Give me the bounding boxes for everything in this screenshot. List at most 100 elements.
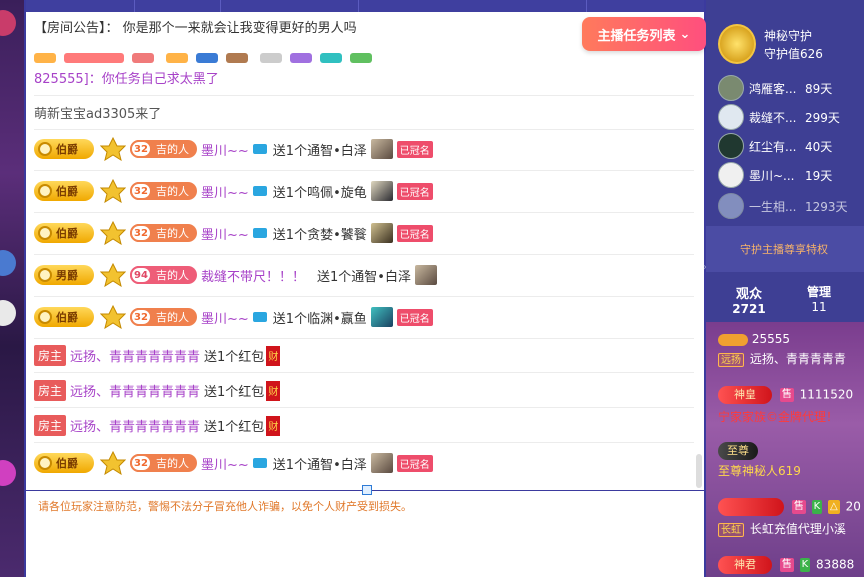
host-gift-message: 房主 远扬、青青青青青青青 送1个红包 财 xyxy=(34,345,694,366)
username[interactable]: 远扬、青青青青青青青 xyxy=(70,346,200,365)
left-avatar-bubble xyxy=(0,460,16,486)
viewer-item[interactable]: 25555 xyxy=(718,332,864,346)
viewer-list: 25555 远扬 远扬、青青青青青 神皇 售 1111520 宁家家族©金牌代理… xyxy=(706,322,864,577)
avatar xyxy=(718,104,744,130)
k-tag: K xyxy=(811,500,823,514)
gift-image xyxy=(370,181,393,201)
admin-count: 11 xyxy=(811,300,827,314)
guard-name: 红尘有... xyxy=(749,139,797,154)
viewers-stat[interactable]: 观众 2721 xyxy=(726,283,772,316)
guard-value: 守护值626 xyxy=(764,47,823,61)
right-sidebar: 神秘守护 守护值626 鸿雁客... 89天 裁缝不... 299天 红尘有..… xyxy=(706,0,864,577)
vip-badge: 神皇 xyxy=(718,386,772,404)
guard-header: 神秘守护 守护值626 xyxy=(706,18,864,70)
viewer-item[interactable]: 远扬 远扬、青青青青青 xyxy=(718,350,864,367)
viewers-label: 观众 xyxy=(735,287,762,302)
level-tag: △ xyxy=(828,500,840,514)
username[interactable]: 墨川~~ xyxy=(201,140,249,159)
chat-scrollbar[interactable] xyxy=(696,454,702,488)
guard-list-item[interactable]: 墨川~... 19天 xyxy=(718,162,864,188)
tab-cell[interactable] xyxy=(220,0,306,12)
guard-list-item[interactable]: 鸿雁客... 89天 xyxy=(718,75,864,101)
tab-cell[interactable] xyxy=(358,0,470,12)
guard-days: 40天 xyxy=(805,139,833,154)
username[interactable]: 墨川~~ xyxy=(201,308,249,327)
card-icon xyxy=(252,186,267,196)
viewer-id: 25555 xyxy=(751,332,791,346)
viewer-item[interactable]: 宁家家族©金牌代理！ xyxy=(718,408,864,425)
divider xyxy=(34,212,694,213)
viewer-item[interactable]: 至尊神秘人619 xyxy=(718,462,864,479)
username[interactable]: 远扬、青青青青青青青 xyxy=(70,381,200,400)
crown-level-icon xyxy=(100,451,126,475)
named-tag: 已冠名 xyxy=(396,308,433,326)
guard-name: 鸿雁客... xyxy=(749,81,797,96)
divider xyxy=(34,129,694,130)
guard-list-item[interactable]: 一生相... 1293天 xyxy=(718,193,864,219)
divider xyxy=(34,442,694,443)
crown-level-icon xyxy=(100,263,126,287)
viewer-item[interactable]: 长虹 长虹充值代理小溪 xyxy=(718,520,864,537)
rank-badge: 伯爵 xyxy=(34,223,94,243)
username[interactable]: 墨川~~ xyxy=(201,224,249,243)
gift-message: 男爵 94 吉的人 裁缝不带尺！！！ 送1个通智•白泽 xyxy=(34,263,694,287)
gift-text: 送1个通智•白泽 xyxy=(317,269,411,285)
badge-icons-row xyxy=(34,52,484,66)
left-avatar-bubble xyxy=(0,10,16,36)
chat-input-area[interactable]: 请各位玩家注意防范，警惕不法分子冒充他人诈骗，以免个人财产受到损失。 xyxy=(26,485,704,577)
username[interactable]: 远扬、青青青青青青青 xyxy=(70,416,200,435)
announcement-label: 【房间公告】： xyxy=(34,21,119,36)
vip-badge: 至尊 xyxy=(718,442,758,460)
gift-image xyxy=(370,453,393,473)
guard-list-item[interactable]: 红尘有... 40天 xyxy=(718,133,864,159)
rank-badge: 男爵 xyxy=(34,265,94,285)
username[interactable]: 裁缝不带尺！！！ xyxy=(201,266,305,285)
left-avatar-bubble xyxy=(0,250,16,276)
viewer-item[interactable]: 神皇 售 1111520 xyxy=(718,386,864,404)
username[interactable]: 墨川~~ xyxy=(201,182,249,201)
card-icon xyxy=(252,312,267,322)
resize-handle[interactable] xyxy=(362,485,372,495)
viewer-item[interactable]: 神君 售 K 83888 xyxy=(718,556,864,574)
fan-badge: 32 吉的人 xyxy=(130,140,197,158)
guard-name: 墨川~... xyxy=(749,168,795,183)
guard-days: 299天 xyxy=(805,110,840,125)
rank-badge: 伯爵 xyxy=(34,453,94,473)
room-announcement: 【房间公告】： 你是那个一来就会让我变得更好的男人吗 xyxy=(34,17,357,36)
gift-text: 送1个红包 xyxy=(204,385,265,400)
fraud-warning: 请各位玩家注意防范，警惕不法分子冒充他人诈骗，以免个人财产受到损失。 xyxy=(38,500,412,513)
gift-text: 送1个贪婪•饕餮 xyxy=(272,227,367,243)
rank-badge: 伯爵 xyxy=(34,307,94,327)
viewer-item[interactable]: 售 K △ 20 xyxy=(718,498,864,516)
gift-image xyxy=(414,265,437,285)
vip-badge xyxy=(718,498,784,516)
admin-stat[interactable]: 管理 11 xyxy=(798,283,840,314)
left-video-edge xyxy=(0,0,24,577)
red-envelope-icon: 财 xyxy=(266,415,281,436)
viewer-item[interactable]: 至尊 xyxy=(718,442,864,460)
viewers-count: 2721 xyxy=(732,302,766,316)
tab-cell[interactable] xyxy=(134,0,220,12)
divider xyxy=(34,407,694,408)
divider xyxy=(34,170,694,171)
enter-message-text: 萌新宝宝ad3305来了 xyxy=(34,107,162,122)
guard-list-item[interactable]: 裁缝不... 299天 xyxy=(718,104,864,130)
guard-privilege-link[interactable]: 守护主播尊享特权 xyxy=(706,226,864,272)
viewer-name: 长虹充值代理小溪 xyxy=(749,522,846,536)
rank-badge: 伯爵 xyxy=(34,181,94,201)
k-tag: K xyxy=(799,558,811,572)
divider xyxy=(34,254,694,255)
gift-text: 送1个通智•白泽 xyxy=(272,457,367,473)
gift-text: 送1个红包 xyxy=(204,350,265,365)
red-envelope-icon: 财 xyxy=(266,345,281,366)
fan-badge: 32 吉的人 xyxy=(130,182,197,200)
username[interactable]: 墨川~~ xyxy=(201,454,249,473)
crown-level-icon xyxy=(100,179,126,203)
named-tag: 已冠名 xyxy=(396,182,433,200)
tab-cell[interactable] xyxy=(586,0,704,12)
guard-days: 19天 xyxy=(805,168,833,183)
anchor-task-list-button[interactable]: 主播任务列表 ⌄ xyxy=(582,17,706,51)
guard-name: 一生相... xyxy=(749,199,797,214)
guard-days: 1293天 xyxy=(805,199,848,214)
chat-message: 825555]：你任务自己求太黑了 xyxy=(34,68,694,87)
